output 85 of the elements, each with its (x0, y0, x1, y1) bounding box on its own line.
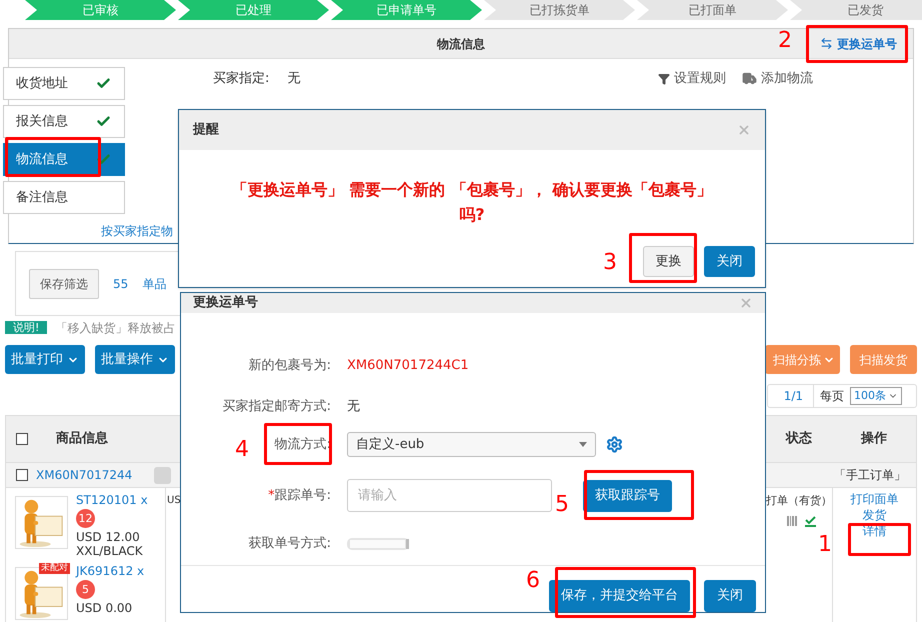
check-icon (96, 114, 111, 129)
sku-link[interactable]: JK691612 x (76, 564, 144, 578)
dialog-title: 提醒 (193, 121, 219, 140)
side-tab[interactable]: 备注信息 (3, 181, 125, 214)
progress-step: 已审核 (25, 0, 176, 20)
field-label: 新的包裹号为: (248, 356, 331, 375)
price-text: USD 12.00 (76, 530, 141, 544)
get-tracking-button[interactable]: 获取跟踪号 (583, 480, 672, 512)
field-label: 买家指定: (213, 70, 270, 88)
truck-icon (742, 71, 757, 86)
side-tab[interactable]: 物流信息 (3, 143, 125, 176)
tag-chip (154, 466, 172, 484)
save-submit-button[interactable]: 保存，并提交给平台 (549, 580, 690, 612)
checkbox[interactable] (16, 433, 28, 445)
dialog-title: 更换运单号 (193, 294, 258, 312)
batch-button[interactable]: 批量操作 (95, 345, 175, 374)
add-logistics-button[interactable]: 添加物流 (742, 69, 813, 88)
progress-step: 已打拣货单 (484, 0, 635, 20)
progress-step: 已发货 (790, 0, 922, 20)
side-tab[interactable]: 收货地址 (3, 67, 125, 100)
replace-button[interactable]: 更换 (643, 246, 694, 277)
change-tracking-link[interactable]: 更换运单号 (820, 34, 897, 52)
status-text: 打单（有货） (766, 493, 832, 509)
annotation-number: 5 (555, 492, 569, 518)
annotation-frame (629, 233, 697, 283)
sku-link[interactable]: ST120101 x (76, 493, 148, 507)
per-page-select[interactable]: 100条 (850, 386, 902, 406)
action-link[interactable]: 打印面单 (850, 491, 898, 507)
side-tab[interactable]: 报关信息 (3, 105, 125, 138)
notice-text: 「移入缺货」释放被占 (55, 320, 176, 336)
checkbox[interactable] (16, 469, 28, 481)
column-header: 商品信息 (56, 430, 108, 448)
batch-button[interactable]: 批量打印 (5, 345, 85, 374)
tracking-input[interactable]: 请输入 (347, 479, 552, 512)
column-header: 状态 (784, 430, 813, 448)
column-header: 操作 (860, 430, 888, 448)
notice-badge: 说明! (5, 321, 48, 334)
quantity-badge: 12 (76, 509, 95, 528)
count-link[interactable]: 55 (113, 274, 128, 292)
progress-step: 已处理 (178, 0, 329, 20)
barcode-icon (787, 516, 797, 526)
action-link[interactable]: 发货 (862, 507, 886, 523)
check-icon (805, 516, 816, 526)
save-filter-button[interactable]: 保存筛选 (29, 268, 99, 298)
progress-step: 已申请单号 (331, 0, 482, 20)
annotation-number: 1 (818, 532, 832, 558)
order-link[interactable]: XM60N7017244 (36, 466, 132, 484)
caret-icon (579, 442, 587, 447)
annotation-number: 4 (235, 437, 249, 463)
unpaired-tag: 未配对 (39, 563, 70, 574)
annotation-number: 6 (526, 568, 540, 594)
close-button[interactable]: 关闭 (704, 580, 756, 612)
alert-message: 「更换运单号」 需要一个新的 「包裹号」， 确认要更换「包裹号」吗? (230, 179, 714, 226)
annotation-frame (848, 523, 911, 556)
price-text: USD 0.00 (76, 601, 134, 615)
check-icon (96, 152, 111, 167)
scan-button[interactable]: 扫描发货 (850, 345, 917, 374)
field-value: XM60N7017244C1 (347, 356, 469, 375)
field-label: 获取单号方式: (248, 534, 331, 553)
panel-title: 物流信息 (437, 36, 485, 52)
check-icon (96, 76, 111, 91)
close-button[interactable]: 关闭 (704, 246, 755, 277)
field-label: 买家指定邮寄方式: (222, 398, 331, 416)
per-page-label: 每页 (819, 388, 845, 405)
page-indicator: 1/1 (768, 385, 814, 407)
field-value: 无 (347, 398, 360, 416)
scan-button[interactable]: 扫描分拣 (765, 345, 840, 374)
order-source: 「手工订单」 (834, 467, 906, 484)
rule-link[interactable]: 按买家指定物 (101, 222, 173, 240)
annotation-number: 3 (603, 250, 617, 276)
required-mark: * (268, 486, 275, 505)
shipping-select[interactable]: 自定义-eub (347, 432, 596, 457)
price-text: US (167, 495, 181, 506)
filter-icon (658, 72, 670, 85)
variant-text: XXL/BLACK (76, 544, 144, 558)
annotation-number: 2 (778, 28, 792, 54)
annotation-frame (264, 423, 332, 465)
progress-step: 已打面单 (637, 0, 788, 20)
field-value: 无 (287, 70, 300, 88)
settings-icon[interactable] (606, 436, 623, 453)
quantity-badge: 5 (76, 580, 95, 599)
set-rules-button[interactable]: 设置规则 (658, 69, 726, 88)
filter-tab[interactable]: 单品 (142, 274, 166, 292)
field-label: 跟踪单号: (274, 486, 331, 505)
swap-icon (820, 37, 833, 50)
